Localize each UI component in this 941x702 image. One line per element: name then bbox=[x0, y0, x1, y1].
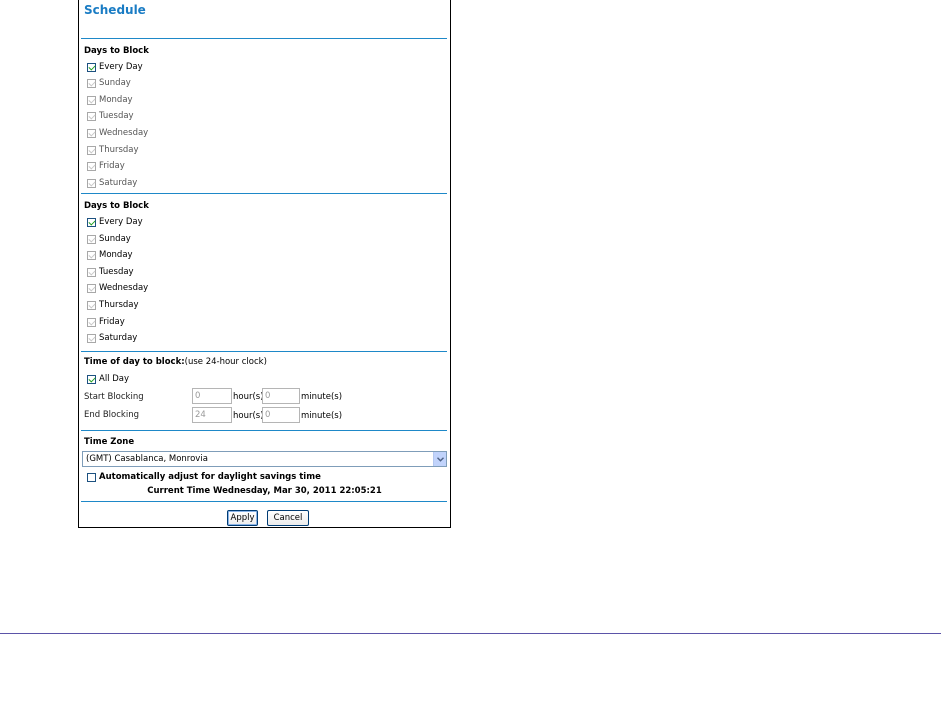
checkbox-row-tuesday: Tuesday bbox=[87, 266, 134, 278]
checkbox bbox=[87, 333, 96, 343]
checkbox bbox=[87, 145, 96, 155]
checkbox-row-sunday: Sunday bbox=[87, 233, 131, 245]
checkbox-row-every-day[interactable]: Every Day bbox=[87, 216, 143, 228]
cancel-button[interactable]: Cancel bbox=[267, 510, 309, 526]
checkbox-row-monday: Monday bbox=[87, 94, 133, 106]
minute-unit-label: minute(s) bbox=[301, 392, 343, 402]
checkbox bbox=[87, 234, 96, 244]
checkbox-label: Every Day bbox=[99, 62, 143, 72]
divider bbox=[81, 351, 447, 352]
checkbox bbox=[87, 128, 96, 138]
checkbox-label: Friday bbox=[99, 317, 125, 327]
checkbox[interactable] bbox=[87, 374, 96, 384]
divider bbox=[81, 38, 447, 39]
checkbox-label: Thursday bbox=[99, 300, 139, 310]
divider bbox=[81, 430, 447, 431]
checkbox-row-thursday: Thursday bbox=[87, 144, 139, 156]
checkbox-label: Monday bbox=[99, 95, 133, 105]
apply-button[interactable]: Apply bbox=[227, 510, 258, 526]
checkbox-row-monday: Monday bbox=[87, 249, 133, 261]
chevron-down-icon[interactable] bbox=[433, 452, 446, 466]
checkbox-label: Sunday bbox=[99, 234, 131, 244]
checkbox-row-saturday: Saturday bbox=[87, 332, 137, 344]
time-zone-select[interactable]: (GMT) Casablanca, Monrovia bbox=[82, 451, 447, 467]
start-minute-input[interactable]: 0 bbox=[262, 388, 300, 404]
checkbox-label: Monday bbox=[99, 250, 133, 260]
checkbox-row-wednesday: Wednesday bbox=[87, 282, 148, 294]
checkbox-row-friday: Friday bbox=[87, 316, 125, 328]
minute-unit-label: minute(s) bbox=[301, 411, 343, 421]
checkbox bbox=[87, 250, 96, 260]
checkbox-row-thursday: Thursday bbox=[87, 299, 139, 311]
checkbox bbox=[87, 317, 96, 327]
checkbox-row-dst[interactable]: Automatically adjust for daylight saving… bbox=[87, 471, 321, 483]
checkbox-label: Thursday bbox=[99, 145, 139, 155]
checkbox-label: Wednesday bbox=[99, 283, 149, 293]
checkbox-row-all-day[interactable]: All Day bbox=[87, 373, 129, 385]
checkbox-label: Friday bbox=[99, 161, 125, 171]
start-hour-input[interactable]: 0 bbox=[192, 388, 232, 404]
time-zone-heading: Time Zone bbox=[84, 437, 135, 447]
checkbox-row-wednesday: Wednesday bbox=[87, 127, 148, 139]
checkbox[interactable] bbox=[87, 62, 96, 72]
checkbox bbox=[87, 300, 96, 310]
checkbox-row-sunday: Sunday bbox=[87, 77, 131, 89]
hour-unit-label: hour(s) bbox=[233, 411, 264, 421]
checkbox-row-tuesday: Tuesday bbox=[87, 110, 134, 122]
current-time-text: Current Time Wednesday, Mar 30, 2011 22:… bbox=[147, 486, 382, 496]
page-title: Schedule bbox=[84, 3, 146, 17]
checkbox-label: Sunday bbox=[99, 78, 131, 88]
time-of-day-title: Time of day to block: bbox=[84, 357, 185, 367]
checkbox-label: Automatically adjust for daylight saving… bbox=[99, 472, 321, 482]
checkbox bbox=[87, 111, 96, 121]
checkbox-label: Every Day bbox=[99, 217, 143, 227]
checkbox-label: Wednesday bbox=[99, 128, 149, 138]
schedule-panel: Schedule Days to Block Every Day Sunday … bbox=[78, 0, 451, 528]
hour-unit-label: hour(s) bbox=[233, 392, 264, 402]
checkbox-row-every-day[interactable]: Every Day bbox=[87, 61, 143, 73]
time-of-day-heading: Time of day to block:(use 24-hour clock) bbox=[84, 357, 267, 367]
checkbox[interactable] bbox=[87, 472, 96, 482]
checkbox-label: Saturday bbox=[99, 333, 138, 343]
end-hour-input[interactable]: 24 bbox=[192, 407, 232, 423]
days-to-block-heading: Days to Block bbox=[84, 46, 149, 56]
checkbox bbox=[87, 283, 96, 293]
end-blocking-label: End Blocking bbox=[84, 410, 139, 420]
checkbox[interactable] bbox=[87, 217, 96, 227]
divider bbox=[81, 501, 447, 502]
time-zone-selected: (GMT) Casablanca, Monrovia bbox=[86, 454, 208, 464]
page-divider bbox=[0, 633, 941, 634]
checkbox-label: Tuesday bbox=[99, 111, 134, 121]
checkbox bbox=[87, 78, 96, 88]
checkbox-label: All Day bbox=[99, 374, 130, 384]
divider bbox=[81, 193, 447, 194]
checkbox bbox=[87, 267, 96, 277]
checkbox-row-friday: Friday bbox=[87, 160, 125, 172]
checkbox-label: Saturday bbox=[99, 178, 138, 188]
days-to-block-heading: Days to Block bbox=[84, 201, 149, 211]
time-of-day-note: (use 24-hour clock) bbox=[184, 357, 267, 367]
end-minute-input[interactable]: 0 bbox=[262, 407, 300, 423]
checkbox bbox=[87, 178, 96, 188]
checkbox-row-saturday: Saturday bbox=[87, 177, 137, 189]
checkbox-label: Tuesday bbox=[99, 267, 134, 277]
checkbox bbox=[87, 95, 96, 105]
checkbox bbox=[87, 161, 96, 171]
start-blocking-label: Start Blocking bbox=[84, 392, 144, 402]
